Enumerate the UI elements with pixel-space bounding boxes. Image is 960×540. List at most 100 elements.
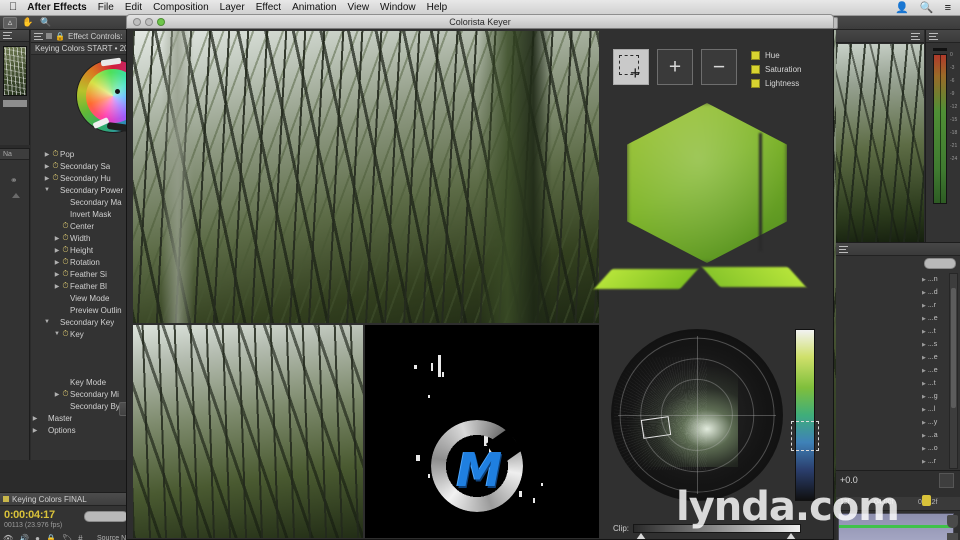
stopwatch-icon[interactable]: ⏱	[51, 149, 60, 159]
panel-menu-icon[interactable]	[3, 32, 12, 39]
chevron-right-icon[interactable]: ▶	[922, 381, 926, 387]
twirl-icon[interactable]: ▶	[31, 427, 39, 434]
project-item-list[interactable]: Na ⚭	[0, 148, 30, 460]
stopwatch-icon[interactable]: ⏱	[51, 173, 60, 183]
lock-column-icon[interactable]: 🔒	[46, 534, 56, 540]
menu-composition[interactable]: Composition	[153, 2, 209, 13]
effect-property-row[interactable]: Invert Mask	[31, 208, 136, 220]
effects-list-item[interactable]: ▶...s	[922, 338, 948, 351]
chevron-right-icon[interactable]: ▶	[922, 446, 926, 452]
effects-presets-panel[interactable]: ▶ ...n ▶ ...d ▶ ...r ▶ ...e ▶ ...t ▶ ...s ▶ ...e ▶ ...e…	[836, 242, 960, 491]
effect-property-row[interactable]: ▶ ⏱ Width	[31, 232, 136, 244]
stopwatch-icon[interactable]: ⏱	[61, 281, 70, 291]
twirl-icon[interactable]: ▶	[53, 235, 61, 242]
right-preview-tab[interactable]	[836, 30, 924, 43]
stopwatch-icon[interactable]: ⏱	[61, 233, 70, 243]
menu-window[interactable]: Window	[380, 2, 416, 13]
current-timecode[interactable]: 0:00:04:17	[4, 509, 55, 521]
twirl-icon[interactable]: ▶	[53, 259, 61, 266]
effect-property-row[interactable]	[31, 364, 136, 376]
clip-slider[interactable]	[633, 523, 801, 539]
hue-gradient-selection[interactable]	[791, 421, 819, 451]
chevron-right-icon[interactable]: ▶	[922, 303, 926, 309]
clip-handle-low[interactable]	[636, 532, 646, 539]
effect-property-row[interactable]: ▼ ⏱ Key	[31, 328, 136, 340]
audio-icon[interactable]: 🔊	[19, 534, 29, 540]
source-preview[interactable]	[133, 325, 363, 538]
stopwatch-icon[interactable]: ⏱	[61, 221, 70, 231]
chevron-right-icon[interactable]: ▶	[922, 329, 926, 335]
audio-meter-menu-icon[interactable]	[929, 32, 938, 40]
twirl-icon[interactable]: ▼	[43, 319, 51, 325]
zoom-tool[interactable]: 🔍	[39, 17, 53, 29]
chevron-right-icon[interactable]: ▶	[922, 433, 926, 439]
effect-property-row[interactable]: View Mode	[31, 292, 136, 304]
effects-item-list[interactable]: ▶ ...n ▶ ...d ▶ ...r ▶ ...e ▶ ...t ▶ ...s ▶ ...e ▶ ...e…	[922, 273, 948, 494]
effect-controls-tab[interactable]: 🔒 Effect Controls:	[31, 30, 135, 43]
twirl-icon[interactable]: ▶	[53, 391, 61, 398]
stopwatch-icon[interactable]: ⏱	[61, 329, 70, 339]
menu-edit[interactable]: Edit	[125, 2, 142, 13]
render-toggle-button[interactable]	[939, 473, 954, 488]
vectorscope[interactable]	[611, 329, 783, 501]
effects-list-item[interactable]: ▶ ...r	[922, 455, 948, 468]
color-cube-display[interactable]	[593, 91, 833, 331]
effects-list-item[interactable]: ▶ ...t	[922, 377, 948, 390]
subtract-sample-tool[interactable]: −	[701, 49, 737, 85]
effect-property-row[interactable]: ▶ ⏱ Feather Bl	[31, 280, 136, 292]
twirl-icon[interactable]: ▶	[53, 271, 61, 278]
stopwatch-icon[interactable]: ⏱	[61, 389, 70, 399]
eye-icon[interactable]: 👁	[3, 534, 13, 540]
twirl-icon[interactable]: ▶	[43, 175, 51, 182]
menu-effect[interactable]: Effect	[256, 2, 281, 13]
effects-list-item[interactable]: ▶ ...y	[922, 416, 948, 429]
twirl-icon[interactable]: ▶	[43, 163, 51, 170]
twirl-icon[interactable]: ▶	[53, 283, 61, 290]
effects-panel-menu-icon[interactable]	[839, 245, 848, 253]
lock-icon[interactable]: 🔒	[55, 32, 65, 41]
search-icon[interactable]: 🔍	[920, 1, 934, 14]
effects-list-item[interactable]: ▶ ...t	[922, 325, 948, 338]
audio-meter-panel[interactable]: 0 -3 -6 -9 -12 -15 -18 -21 -24	[925, 30, 960, 242]
effect-property-row[interactable]: ▶ ⏱ Rotation	[31, 256, 136, 268]
effect-controls-panel[interactable]: 🔒 Effect Controls: Keying Colors START •…	[31, 30, 163, 460]
value-readout[interactable]: +0.0	[840, 475, 858, 485]
effect-property-row[interactable]: ⏱ Center	[31, 220, 136, 232]
menu-file[interactable]: File	[98, 2, 114, 13]
checkbox-hue[interactable]: Hue	[751, 51, 801, 60]
effects-list-item[interactable]: ▶ ...a	[922, 429, 948, 442]
effects-scrollbar[interactable]	[949, 273, 958, 469]
chevron-right-icon[interactable]: ▶	[922, 368, 926, 374]
saturation-checkbox-box[interactable]	[751, 65, 760, 74]
effect-property-row[interactable]	[31, 340, 136, 352]
timeline-home-icon[interactable]	[947, 533, 958, 540]
colorista-keyer-dialog[interactable]: Colorista Keyer M + + − Hue Saturation L…	[126, 14, 834, 540]
twirl-icon[interactable]: ▶	[31, 415, 39, 422]
clip-handle-high[interactable]	[786, 532, 796, 539]
effects-list-item[interactable]: ▶ ...r	[922, 299, 948, 312]
effect-property-row[interactable]: ▶ ⏱ Feather Si	[31, 268, 136, 280]
right-preview-menu-icon[interactable]	[911, 32, 920, 40]
color-wheel-handle[interactable]	[115, 89, 120, 94]
chevron-right-icon[interactable]: ▶	[922, 407, 926, 413]
marquee-add-tool[interactable]: +	[613, 49, 649, 85]
effect-property-row[interactable]: ▶ ⏱ Secondary Sa	[31, 160, 136, 172]
effect-property-row[interactable]: Secondary Ma	[31, 196, 136, 208]
effects-search-input[interactable]	[924, 258, 956, 269]
chevron-right-icon[interactable]: ▶	[922, 342, 926, 348]
effects-panel-tab[interactable]	[836, 243, 960, 256]
lightness-checkbox-box[interactable]	[751, 79, 760, 88]
effects-list-item[interactable]: ▶ ...e	[922, 351, 948, 364]
scroll-up-arrow[interactable]	[12, 193, 20, 198]
hand-tool[interactable]: ✋	[21, 17, 35, 29]
menu-layer[interactable]: Layer	[220, 2, 245, 13]
effects-list-item[interactable]: ▶ ...l	[922, 403, 948, 416]
menu-animation[interactable]: Animation	[292, 2, 336, 13]
chevron-right-icon[interactable]: ▶	[922, 420, 926, 426]
effect-property-row[interactable]: ▶ ⏱ Pop	[31, 148, 136, 160]
timeline-tab[interactable]: Keying Colors FINAL	[0, 493, 135, 506]
effect-property-row[interactable]: ▼ Secondary Key	[31, 316, 136, 328]
timeline-layer-bar[interactable]	[838, 513, 954, 540]
twirl-icon[interactable]: ▶	[43, 151, 51, 158]
timeline-ruler[interactable]: :12f04:00f04:12f	[836, 497, 960, 511]
